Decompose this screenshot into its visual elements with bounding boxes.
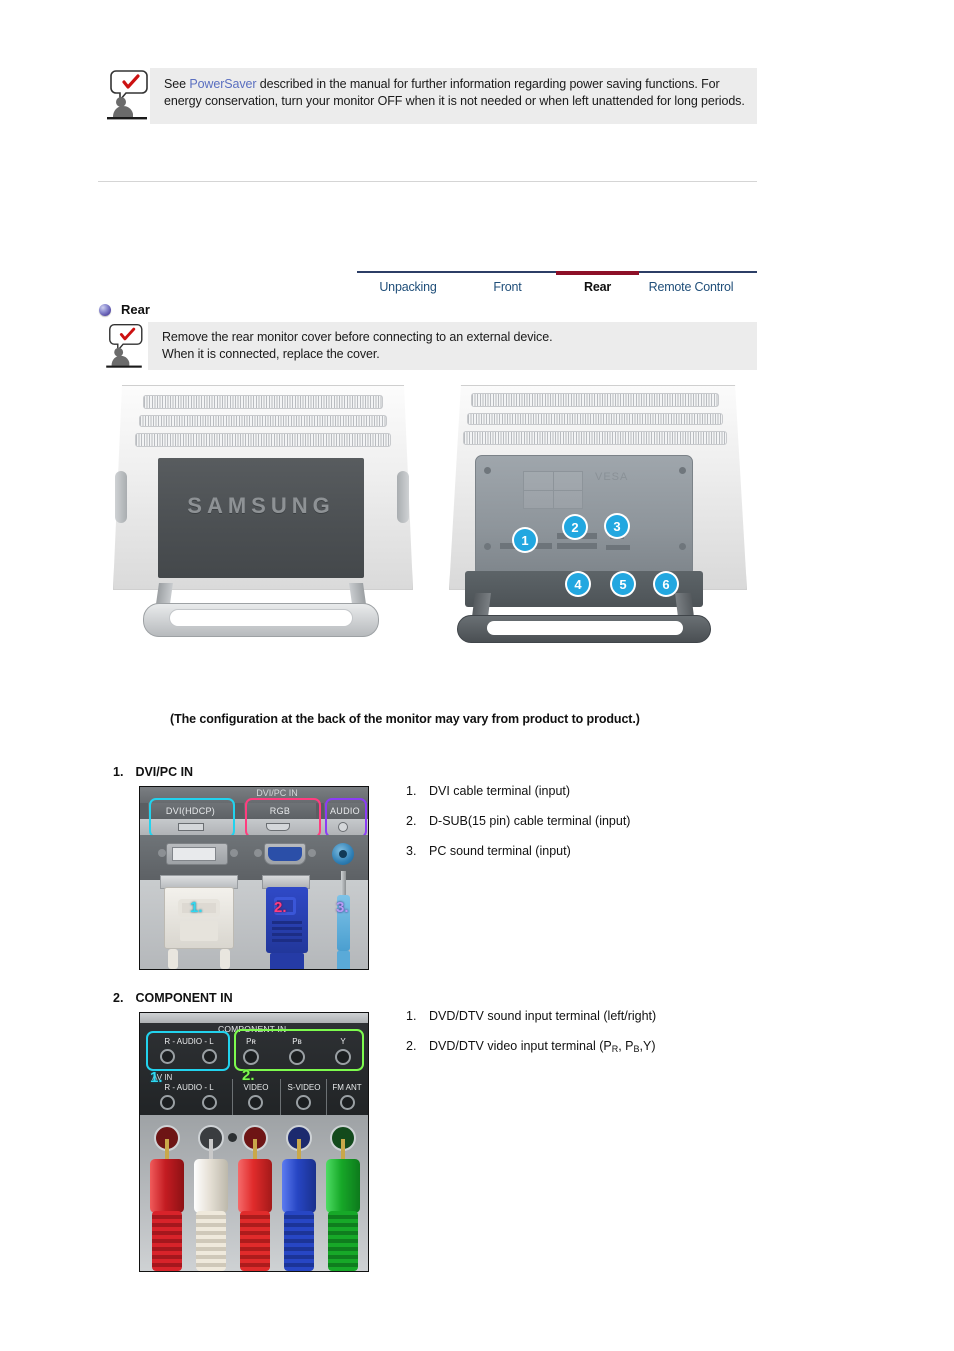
callout-6: 6 (655, 573, 677, 595)
callout-2: 2 (564, 516, 586, 538)
notice-text-before: See (164, 77, 190, 91)
configuration-caption: (The configuration at the back of the mo… (170, 712, 640, 726)
tab-front[interactable]: Front (459, 271, 556, 294)
dvi-header-label: DVI/PC IN (256, 788, 298, 798)
brand-logo: SAMSUNG (187, 493, 335, 518)
component-video-highlight (234, 1029, 364, 1071)
powersaver-notice: See PowerSaver described in the manual f… (104, 68, 757, 124)
rca-plug-white (194, 1159, 228, 1213)
dvi-plug-tag-1: 1. (190, 899, 203, 916)
monitor-rear-with-cover: SAMSUNG (105, 383, 425, 645)
section-2-description-list: 1. DVD/DTV sound input terminal (left/ri… (406, 1008, 746, 1069)
item-number: 2. (406, 814, 417, 828)
purple-sphere-bullet-icon (99, 303, 111, 316)
tab-rear[interactable]: Rear (556, 271, 639, 294)
callout-5: 5 (612, 573, 634, 595)
page-title: Rear (121, 302, 150, 317)
component-tag-2: 2. (242, 1067, 255, 1084)
dvi-pc-in-terminal-photo: DVI/PC IN DVI(HDCP) RGB AUDIO 1. 2. 3. (139, 786, 369, 970)
component-in-terminal-photo: COMPONENT IN R - AUDIO - L Pʀ Pʙ Y AV IN… (139, 1012, 369, 1272)
nav-tabs[interactable]: Unpacking Front Rear Remote Control (357, 271, 757, 294)
page-section-heading: Rear (99, 302, 150, 317)
component-audio-highlight (146, 1031, 230, 1071)
item-text: DVD/DTV sound input terminal (left/right… (429, 1009, 657, 1023)
list-item: 2. D-SUB(15 pin) cable terminal (input) (406, 813, 746, 829)
section-divider (98, 181, 757, 182)
rgb-plug-tag-2: 2. (274, 899, 287, 916)
section-2-title: COMPONENT IN (135, 991, 233, 1005)
rca-plug-red-left (150, 1159, 184, 1213)
section-1-title: DVI/PC IN (135, 765, 194, 779)
callout-3: 3 (606, 515, 628, 537)
tab-remote-control[interactable]: Remote Control (639, 271, 743, 294)
rca-plug-red-component (238, 1159, 272, 1213)
item-sub-b: B (633, 1044, 640, 1054)
item-number: 2. (406, 1039, 417, 1053)
tab-unpacking[interactable]: Unpacking (357, 271, 459, 294)
item-text: DVD/DTV video input terminal (PR, PB,Y) (429, 1038, 656, 1055)
rgb-port-highlight (245, 798, 321, 838)
section-2-number: 2. (113, 991, 124, 1005)
fm-ant-label: FM ANT (332, 1083, 362, 1092)
tab-overflow-edge (743, 271, 757, 294)
rear-cover-notice: Remove the rear monitor cover before con… (100, 322, 757, 374)
section-1-label: 1. DVI/PC IN (113, 765, 193, 779)
component-tag-1: 1. (150, 1069, 163, 1086)
rear-notice-line-2: When it is connected, replace the cover. (162, 346, 380, 361)
item-number: 1. (406, 1009, 417, 1023)
audio-port-highlight (325, 798, 367, 838)
item-text-main: DVD/DTV video input terminal (P (429, 1039, 612, 1053)
section-1-number: 1. (113, 765, 124, 779)
list-item: 1. DVI cable terminal (input) (406, 783, 746, 799)
audio-plug-tag-3: 3. (336, 899, 349, 916)
rca-plug-blue (282, 1159, 316, 1213)
item-text: DVI cable terminal (input) (429, 784, 571, 798)
item-text: D-SUB(15 pin) cable terminal (input) (429, 814, 631, 828)
dvi-port-highlight (149, 798, 235, 838)
callout-1: 1 (514, 529, 536, 551)
person-speech-check-icon (100, 322, 148, 374)
video-label: VIDEO (243, 1083, 269, 1092)
powersaver-notice-text: See PowerSaver described in the manual f… (150, 68, 757, 124)
list-item: 1. DVD/DTV sound input terminal (left/ri… (406, 1008, 746, 1024)
svideo-label: S-VIDEO (287, 1083, 321, 1092)
powersaver-link[interactable]: PowerSaver (189, 77, 256, 91)
item-number: 3. (406, 844, 417, 858)
section-2-label: 2. COMPONENT IN (113, 991, 233, 1005)
list-item: 3. PC sound terminal (input) (406, 843, 746, 859)
rear-cover-notice-text: Remove the rear monitor cover before con… (148, 322, 757, 370)
section-1-description-list: 1. DVI cable terminal (input) 2. D-SUB(1… (406, 783, 746, 873)
item-number: 1. (406, 784, 417, 798)
rear-notice-line-1: Remove the rear monitor cover before con… (162, 330, 553, 344)
item-text: PC sound terminal (input) (429, 844, 571, 858)
rca-plug-green (326, 1159, 360, 1213)
monitor-rear-cover-removed: VESA 1 2 3 4 5 6 (443, 383, 753, 645)
item-text-mid: , P (618, 1039, 634, 1053)
item-sub-r: R (611, 1044, 619, 1054)
list-item: 2. DVD/DTV video input terminal (PR, PB,… (406, 1038, 746, 1055)
callout-4: 4 (567, 573, 589, 595)
item-text-tail: ,Y) (639, 1039, 656, 1053)
person-speech-check-icon (104, 68, 150, 120)
